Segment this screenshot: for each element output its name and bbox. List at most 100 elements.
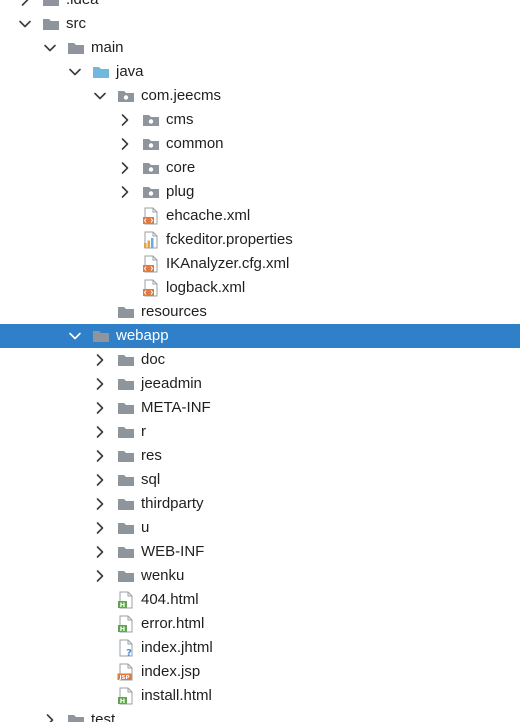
tree-row-idea[interactable]: .idea (0, 0, 520, 12)
chevron-right-icon[interactable] (93, 449, 107, 463)
tree-item-label: java (116, 63, 144, 80)
properties-file-icon (142, 231, 160, 249)
tree-row-java[interactable]: java (0, 60, 520, 84)
svg-text:?: ? (126, 648, 132, 657)
folder-icon (117, 375, 135, 393)
chevron-right-icon[interactable] (43, 713, 57, 722)
xml-file-icon (142, 207, 160, 225)
jsp-file-icon: JSP (117, 663, 135, 681)
package-icon (142, 159, 160, 177)
chevron-right-icon[interactable] (118, 137, 132, 151)
tree-row-plug[interactable]: plug (0, 180, 520, 204)
tree-item-label: META-INF (141, 399, 211, 416)
tree-item-label: u (141, 519, 150, 536)
tree-row-src[interactable]: src (0, 12, 520, 36)
folder-icon (117, 567, 135, 585)
chevron-right-icon[interactable] (93, 401, 107, 415)
svg-text:H: H (120, 697, 125, 705)
chevron-right-icon[interactable] (93, 377, 107, 391)
tree-row-com-jeecms[interactable]: com.jeecms (0, 84, 520, 108)
tree-item-label: .idea (66, 0, 99, 12)
tree-row-res[interactable]: res (0, 444, 520, 468)
chevron-right-icon[interactable] (93, 545, 107, 559)
tree-row-doc[interactable]: doc (0, 348, 520, 372)
tree-item-label: doc (141, 351, 166, 368)
tree-row-meta-inf[interactable]: META-INF (0, 396, 520, 420)
source-folder-icon (92, 63, 110, 81)
tree-item-label: main (91, 39, 124, 56)
chevron-down-icon[interactable] (93, 89, 107, 103)
tree-row-u[interactable]: u (0, 516, 520, 540)
tree-row-sql[interactable]: sql (0, 468, 520, 492)
tree-item-label: com.jeecms (141, 87, 222, 104)
chevron-down-icon[interactable] (18, 17, 32, 31)
tree-item-label: sql (141, 471, 161, 488)
folder-icon (117, 423, 135, 441)
chevron-right-icon[interactable] (93, 521, 107, 535)
chevron-right-icon[interactable] (118, 161, 132, 175)
folder-icon (117, 351, 135, 369)
tree-row-fckeditor-properties[interactable]: fckeditor.properties (0, 228, 520, 252)
chevron-right-icon[interactable] (118, 185, 132, 199)
tree-item-label: IKAnalyzer.cfg.xml (166, 255, 290, 272)
folder-icon (42, 15, 60, 33)
tree-item-label: WEB-INF (141, 543, 205, 560)
tree-item-label: r (141, 423, 146, 440)
tree-row-common[interactable]: common (0, 132, 520, 156)
tree-item-label: fckeditor.properties (166, 231, 293, 248)
chevron-down-icon[interactable] (68, 65, 82, 79)
tree-item-label: index.jsp (141, 663, 201, 680)
html-file-icon: H (117, 615, 135, 633)
chevron-down-icon[interactable] (43, 41, 57, 55)
package-icon (142, 111, 160, 129)
tree-item-label: res (141, 447, 162, 464)
tree-row-index-jsp[interactable]: JSP index.jsp (0, 660, 520, 684)
folder-icon (117, 303, 135, 321)
folder-icon (117, 471, 135, 489)
chevron-right-icon[interactable] (18, 0, 32, 7)
tree-row-test[interactable]: test (0, 708, 520, 722)
tree-item-label: src (66, 15, 86, 32)
tree-row-index-jhtml[interactable]: ? index.jhtml (0, 636, 520, 660)
package-icon (117, 87, 135, 105)
tree-item-label: wenku (141, 567, 185, 584)
folder-icon (117, 519, 135, 537)
folder-icon (92, 327, 110, 345)
tree-row-resources[interactable]: resources (0, 300, 520, 324)
tree-row-logback-xml[interactable]: logback.xml (0, 276, 520, 300)
tree-row-cms[interactable]: cms (0, 108, 520, 132)
tree-row-webapp[interactable]: webapp (0, 324, 520, 348)
chevron-right-icon[interactable] (93, 569, 107, 583)
tree-row-jeeadmin[interactable]: jeeadmin (0, 372, 520, 396)
svg-text:H: H (120, 625, 125, 633)
tree-row-install-html[interactable]: Hinstall.html (0, 684, 520, 708)
tree-item-label: ehcache.xml (166, 207, 251, 224)
tree-row-ikanalyzer-cfg-xml[interactable]: IKAnalyzer.cfg.xml (0, 252, 520, 276)
tree-item-label: index.jhtml (141, 639, 213, 656)
chevron-right-icon[interactable] (93, 497, 107, 511)
tree-item-label: plug (166, 183, 195, 200)
tree-row-404-html[interactable]: H 404.html (0, 588, 520, 612)
tree-row-main[interactable]: main (0, 36, 520, 60)
html-file-icon: H (117, 687, 135, 705)
tree-row-error-html[interactable]: Herror.html (0, 612, 520, 636)
tree-item-label: error.html (141, 615, 205, 632)
tree-row-r[interactable]: r (0, 420, 520, 444)
tree-item-label: webapp (116, 327, 169, 344)
chevron-right-icon[interactable] (93, 425, 107, 439)
chevron-down-icon[interactable] (68, 329, 82, 343)
tree-row-thirdparty[interactable]: thirdparty (0, 492, 520, 516)
tree-row-wenku[interactable]: wenku (0, 564, 520, 588)
folder-icon (117, 399, 135, 417)
folder-icon (117, 543, 135, 561)
chevron-right-icon[interactable] (118, 113, 132, 127)
chevron-right-icon[interactable] (93, 473, 107, 487)
tree-item-label: resources (141, 303, 207, 320)
unknown-file-icon: ? (117, 639, 135, 657)
xml-file-icon (142, 279, 160, 297)
tree-row-ehcache-xml[interactable]: ehcache.xml (0, 204, 520, 228)
chevron-right-icon[interactable] (93, 353, 107, 367)
tree-row-core[interactable]: core (0, 156, 520, 180)
tree-row-web-inf[interactable]: WEB-INF (0, 540, 520, 564)
folder-icon (117, 495, 135, 513)
